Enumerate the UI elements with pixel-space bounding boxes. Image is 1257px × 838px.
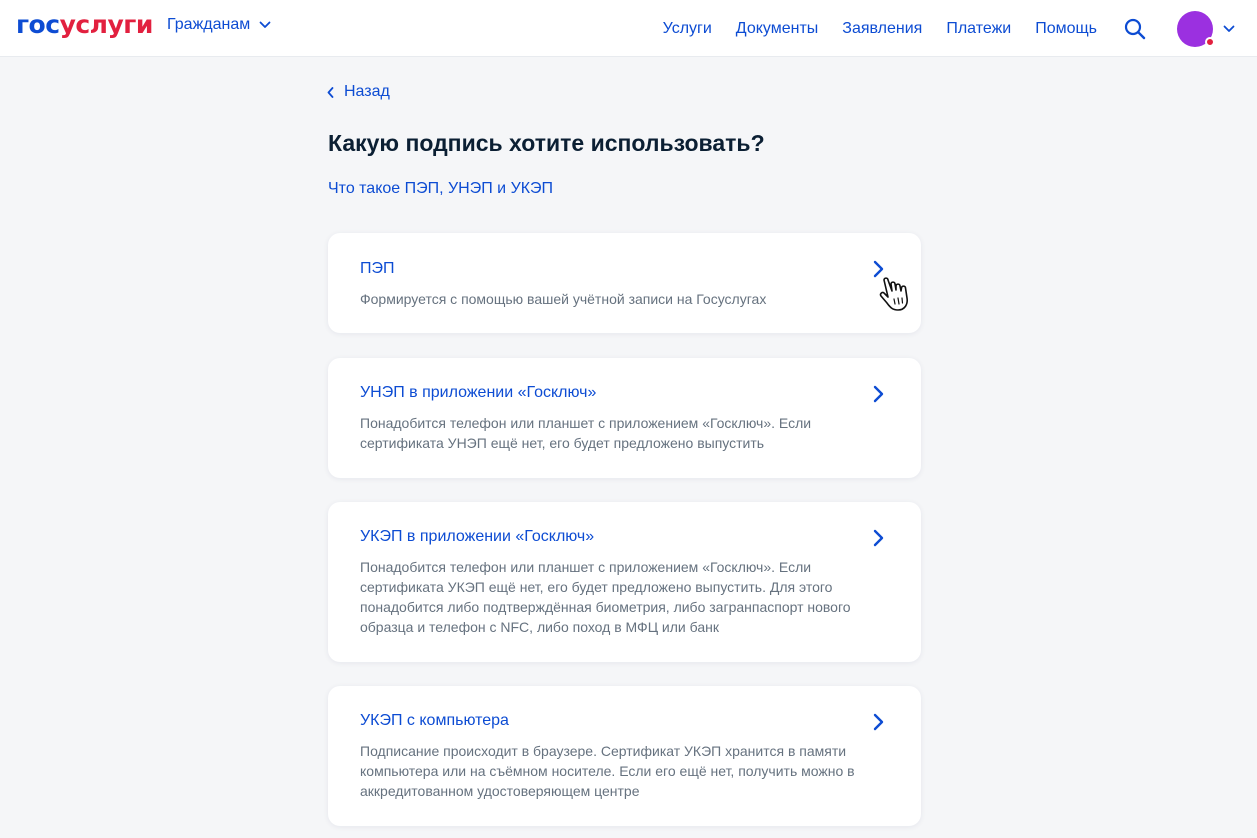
chevron-down-icon[interactable] <box>1223 25 1235 33</box>
nav-applications[interactable]: Заявления <box>842 20 922 38</box>
nav-documents[interactable]: Документы <box>736 20 818 38</box>
chevron-right-icon <box>873 385 884 403</box>
option-card-ukep-computer[interactable]: УКЭП с компьютера Подписание происходит … <box>328 686 921 826</box>
nav-help[interactable]: Помощь <box>1035 20 1097 38</box>
search-icon[interactable] <box>1123 17 1147 41</box>
chevron-right-icon <box>873 529 884 547</box>
logo-part-uslugi: услуги <box>59 10 154 39</box>
chevron-right-icon <box>873 713 884 731</box>
back-link[interactable]: Назад <box>327 83 390 101</box>
option-description: Формируется с помощью вашей учётной запи… <box>360 291 767 307</box>
signature-info-link[interactable]: Что такое ПЭП, УНЭП и УКЭП <box>328 180 553 198</box>
gosuslugi-logo[interactable]: госуслуги <box>16 10 153 39</box>
option-card-pep[interactable]: ПЭП Формируется с помощью вашей учётной … <box>328 233 921 333</box>
chevron-right-icon <box>873 260 884 278</box>
chevron-down-icon <box>259 21 271 28</box>
nav-services[interactable]: Услуги <box>663 20 712 38</box>
audience-label: Гражданам <box>167 16 251 33</box>
page-title: Какую подпись хотите использовать? <box>328 130 765 156</box>
notification-dot <box>1205 36 1215 47</box>
option-card-unep-gosklyuch[interactable]: УНЭП в приложении «Госключ» Понадобится … <box>328 358 921 478</box>
option-title: УКЭП с компьютера <box>360 712 509 729</box>
option-description: Подписание происходит в браузере. Сертиф… <box>360 743 855 799</box>
user-avatar[interactable] <box>1177 10 1215 47</box>
option-title: УКЭП в приложении «Госключ» <box>360 528 595 545</box>
main-nav: Услуги Документы Заявления Платежи Помощ… <box>663 0 1257 57</box>
option-title: ПЭП <box>360 260 395 277</box>
back-label: Назад <box>344 83 390 100</box>
option-description: Понадобится телефон или планшет с прилож… <box>360 415 812 451</box>
audience-selector[interactable]: Гражданам <box>167 15 271 35</box>
option-title: УНЭП в приложении «Госключ» <box>360 384 597 401</box>
chevron-left-icon <box>327 86 334 98</box>
top-header: госуслуги Гражданам Услуги Документы Зая… <box>0 0 1257 57</box>
option-description: Понадобится телефон или планшет с прилож… <box>360 559 851 635</box>
logo-part-gos: гос <box>16 10 60 39</box>
nav-payments[interactable]: Платежи <box>946 20 1011 38</box>
option-card-ukep-gosklyuch[interactable]: УКЭП в приложении «Госключ» Понадобится … <box>328 502 921 662</box>
